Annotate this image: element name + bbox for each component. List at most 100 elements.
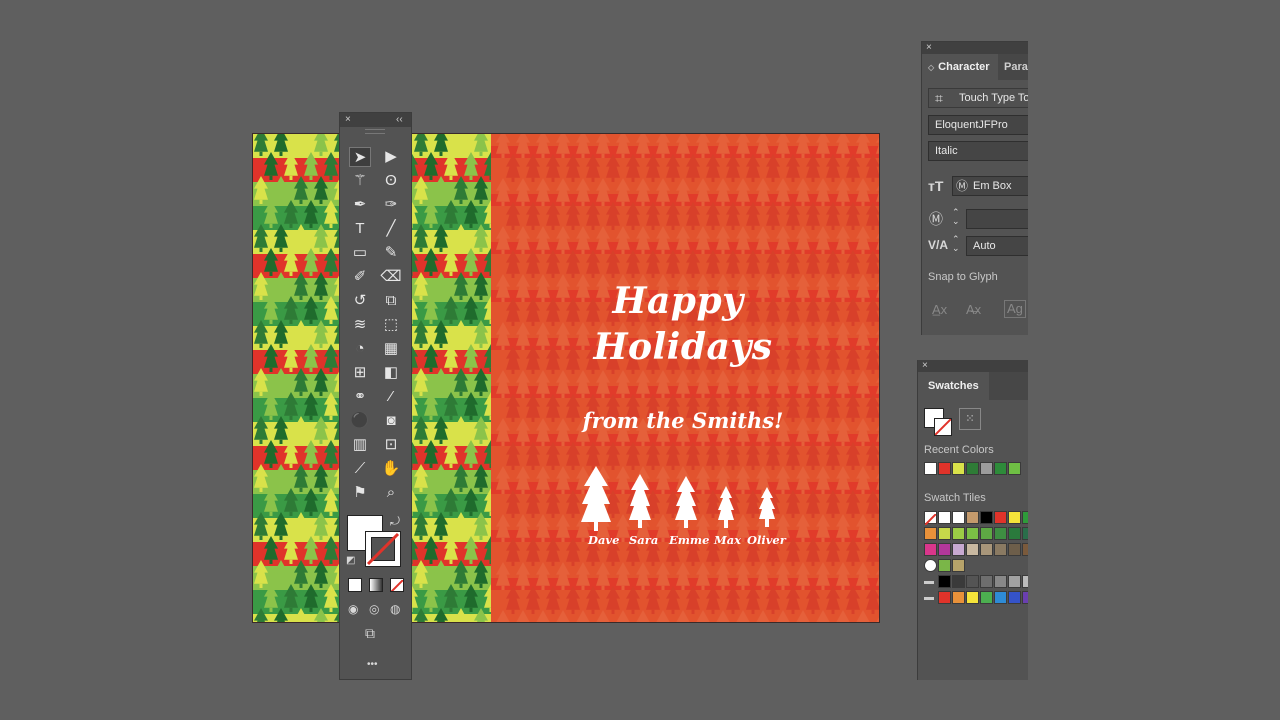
scale-tool-icon[interactable]: ⧉ bbox=[380, 291, 402, 311]
color-swatch[interactable] bbox=[952, 559, 965, 572]
color-swatch[interactable] bbox=[938, 575, 951, 588]
draw-normal-icon[interactable]: ◉ bbox=[348, 601, 358, 617]
color-swatch[interactable] bbox=[1008, 575, 1021, 588]
pen-tool-icon[interactable]: ✒ bbox=[349, 195, 371, 215]
eraser-tool-icon[interactable]: ⌫ bbox=[380, 267, 402, 287]
swatch-stroke-indicator[interactable] bbox=[934, 418, 952, 436]
width-tool-icon[interactable]: ≋ bbox=[349, 315, 371, 335]
character-close-icon[interactable]: × bbox=[926, 43, 932, 53]
swap-fill-stroke-icon[interactable]: ⤾ bbox=[390, 513, 400, 529]
artboard-tool-icon[interactable]: ⊡ bbox=[380, 435, 402, 455]
symbol-sprayer-tool-icon[interactable]: ⚫ bbox=[349, 411, 371, 431]
color-swatch[interactable] bbox=[952, 527, 965, 540]
gradient-tool-icon[interactable]: ◧ bbox=[380, 363, 402, 383]
swatches-panel-header[interactable] bbox=[918, 360, 1028, 372]
color-group-folder-icon[interactable]: ▬ bbox=[924, 575, 937, 588]
line-tool-icon[interactable]: ╱ bbox=[380, 219, 402, 239]
color-swatch[interactable] bbox=[994, 511, 1007, 524]
color-swatch[interactable] bbox=[980, 575, 993, 588]
tools-collapse-icon[interactable]: ‹‹ bbox=[396, 115, 403, 125]
paintbrush-tool-icon[interactable]: ✎ bbox=[380, 243, 402, 263]
color-swatch[interactable] bbox=[994, 575, 1007, 588]
rotate-tool-icon[interactable]: ↺ bbox=[349, 291, 371, 311]
stroke-swatch[interactable] bbox=[365, 531, 401, 567]
color-swatch[interactable] bbox=[966, 575, 979, 588]
column-graph-tool-icon[interactable]: ▥ bbox=[349, 435, 371, 455]
color-swatch[interactable] bbox=[952, 543, 965, 556]
tools-grip[interactable] bbox=[365, 129, 385, 134]
color-swatch[interactable] bbox=[980, 527, 993, 540]
color-swatch[interactable] bbox=[966, 543, 979, 556]
recent-color-swatch[interactable] bbox=[938, 462, 951, 475]
tools-close-icon[interactable]: × bbox=[345, 115, 351, 125]
pattern-swatch[interactable] bbox=[924, 559, 937, 572]
color-swatch[interactable] bbox=[994, 543, 1007, 556]
swatch-options-icon[interactable]: ⁙ bbox=[959, 408, 981, 430]
color-swatch[interactable] bbox=[924, 527, 937, 540]
curvature-tool-icon[interactable]: ✑ bbox=[380, 195, 402, 215]
screen-mode-icon[interactable]: ⧉ bbox=[365, 625, 375, 641]
color-swatch[interactable] bbox=[980, 591, 993, 604]
color-swatch[interactable] bbox=[980, 543, 993, 556]
tab-paragraph[interactable]: Parag bbox=[998, 54, 1028, 80]
color-swatch[interactable] bbox=[938, 591, 951, 604]
color-swatch[interactable] bbox=[952, 575, 965, 588]
kerning-field[interactable] bbox=[966, 209, 1028, 229]
color-swatch[interactable] bbox=[966, 591, 979, 604]
kerning-stepper-icon[interactable]: ⌃ ⌄ bbox=[952, 208, 960, 226]
direct-selection-tool-icon[interactable]: ▶ bbox=[380, 147, 402, 167]
name-max[interactable]: Max bbox=[714, 533, 741, 547]
tracking-stepper-icon[interactable]: ⌃ ⌄ bbox=[952, 235, 960, 253]
font-family-field[interactable]: EloquentJFPro bbox=[928, 115, 1028, 135]
eyedropper-tool-icon[interactable]: ⁄ bbox=[380, 387, 402, 407]
name-sara[interactable]: Sara bbox=[629, 533, 658, 547]
tracking-field[interactable]: Auto bbox=[966, 236, 1028, 256]
snap-glyph-bounds-icon[interactable]: Ag bbox=[1004, 300, 1026, 318]
color-swatch[interactable] bbox=[994, 527, 1007, 540]
swatches-close-icon[interactable]: × bbox=[922, 361, 928, 371]
color-swatch[interactable] bbox=[938, 511, 951, 524]
lasso-tool-icon[interactable]: ʘ bbox=[380, 171, 402, 191]
magic-wand-tool-icon[interactable]: ⚚ bbox=[349, 171, 371, 191]
name-emme[interactable]: Emme bbox=[669, 533, 709, 547]
name-dave[interactable]: Dave bbox=[588, 533, 619, 547]
color-group-folder-icon[interactable]: ▬ bbox=[924, 591, 937, 604]
card-title-line1[interactable]: Happy bbox=[608, 280, 748, 322]
color-swatch[interactable] bbox=[1022, 511, 1028, 524]
zoom-tool-icon[interactable]: ⌕ bbox=[380, 483, 402, 503]
color-swatch[interactable] bbox=[1008, 591, 1021, 604]
snap-xheight-icon[interactable]: A̶x bbox=[966, 302, 981, 318]
color-swatch[interactable] bbox=[966, 511, 979, 524]
color-swatch[interactable] bbox=[938, 559, 951, 572]
shape-builder-tool-icon[interactable]: ◔ bbox=[349, 339, 371, 359]
color-swatch[interactable] bbox=[938, 543, 951, 556]
puppet-warp-tool-icon[interactable]: ⚑ bbox=[349, 483, 371, 503]
color-swatch[interactable] bbox=[1022, 543, 1028, 556]
free-transform-tool-icon[interactable]: ⬚ bbox=[380, 315, 402, 335]
rectangle-tool-icon[interactable]: ▭ bbox=[349, 243, 371, 263]
live-paint-tool-icon[interactable]: ◙ bbox=[380, 411, 402, 431]
default-fill-stroke-icon[interactable]: ◩ bbox=[346, 553, 355, 569]
touch-type-tool-button[interactable]: ⌗ Touch Type To bbox=[928, 88, 1028, 108]
family-trees-group[interactable] bbox=[581, 464, 781, 532]
color-swatch[interactable] bbox=[1008, 543, 1021, 556]
draw-inside-icon[interactable]: ◍ bbox=[390, 601, 400, 617]
perspective-grid-tool-icon[interactable]: ▦ bbox=[380, 339, 402, 359]
color-swatch[interactable] bbox=[952, 511, 965, 524]
tab-character[interactable]: ◇ Character bbox=[922, 54, 996, 80]
recent-color-swatch[interactable] bbox=[1008, 462, 1021, 475]
em-box-field[interactable]: Ⓜ Em Box bbox=[952, 176, 1028, 196]
color-swatch[interactable] bbox=[1008, 527, 1021, 540]
color-swatch[interactable] bbox=[952, 591, 965, 604]
selection-tool-icon[interactable]: ➤ bbox=[349, 147, 371, 167]
color-swatch[interactable] bbox=[1022, 591, 1028, 604]
shaper-tool-icon[interactable]: ✐ bbox=[349, 267, 371, 287]
snap-baseline-icon[interactable]: A̲x bbox=[932, 302, 947, 318]
card-subtitle[interactable]: from the Smiths! bbox=[573, 408, 793, 433]
draw-behind-icon[interactable]: ◎ bbox=[369, 601, 379, 617]
color-swatch[interactable] bbox=[938, 527, 951, 540]
none-mode-icon[interactable] bbox=[390, 578, 404, 592]
tab-swatches[interactable]: Swatches bbox=[918, 372, 989, 400]
color-swatch[interactable] bbox=[1022, 527, 1028, 540]
none-swatch[interactable] bbox=[924, 511, 937, 526]
